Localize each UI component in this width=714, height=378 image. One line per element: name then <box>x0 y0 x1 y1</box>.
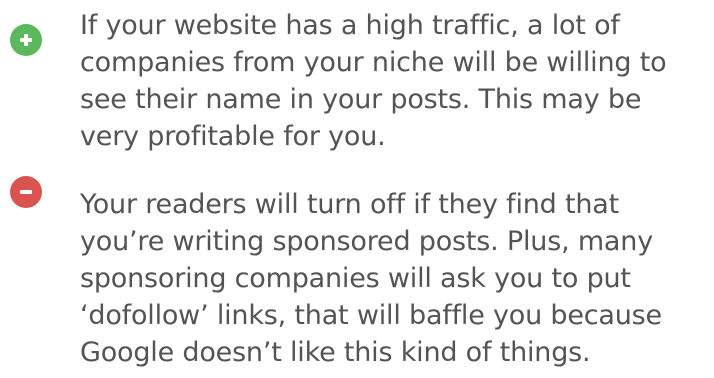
minus-icon-bar <box>20 190 32 194</box>
plus-icon <box>10 24 42 56</box>
pro-text: If your website has a high traffic, a lo… <box>80 10 667 152</box>
pros-cons-list: If your website has a high traffic, a lo… <box>0 0 714 378</box>
con-text: Your readers will turn off if they find … <box>80 189 662 368</box>
minus-icon <box>10 176 42 208</box>
plus-icon-vertical-bar <box>24 34 28 46</box>
